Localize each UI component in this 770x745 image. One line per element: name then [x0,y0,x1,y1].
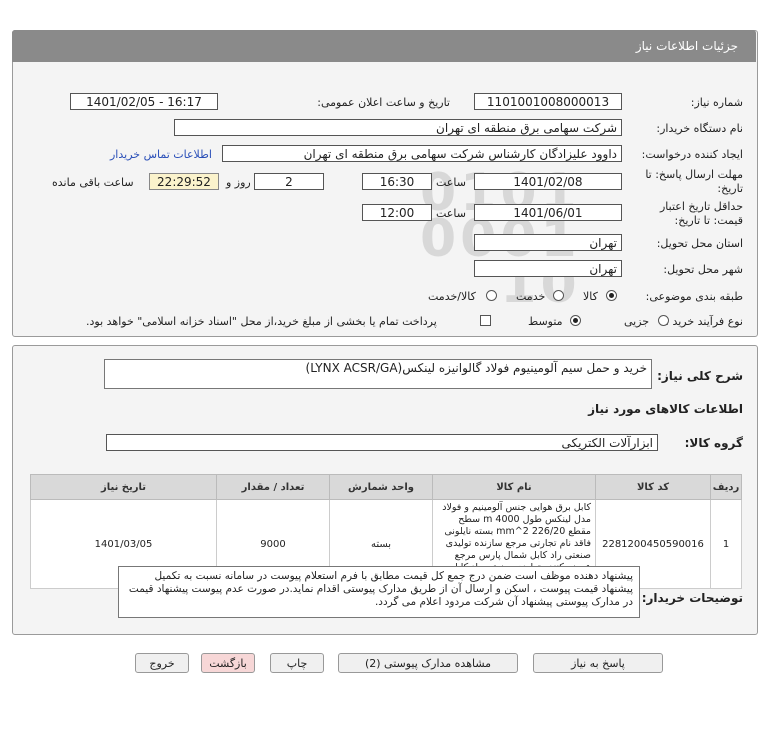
buyer-org-label: نام دستگاه خریدار: [656,122,743,135]
contact-buyer-link[interactable]: اطلاعات تماس خریدار [110,148,212,161]
category-radio-goods[interactable] [606,290,617,301]
page-title: جزئیات اطلاعات نیاز [635,39,738,53]
validity-time-field: 12:00 [362,204,432,221]
category-radio-service[interactable] [553,290,564,301]
validity-label: حداقل تاریخ اعتبار قیمت: تا تاریخ: [659,200,743,227]
process-radio-minor[interactable] [658,315,669,326]
days-label: روز و [226,176,251,189]
page-header: جزئیات اطلاعات نیاز [12,30,756,62]
announce-field: 1401/02/05 - 16:17 [70,93,218,110]
table-header-row: ردیف کد کالا نام کالا واحد شمارش تعداد /… [30,474,742,500]
buyer-notes-label: توضیحات خریدار: [641,591,743,605]
goods-info-title: اطلاعات کالاهای مورد نیاز [588,402,743,416]
process-option-medium: متوسط [528,315,563,328]
category-option-service: خدمت [516,290,546,303]
category-option-goods: کالا [583,290,598,303]
group-label: گروه کالا: [684,436,743,450]
city-field: تهران [474,260,622,277]
col-code: کد کالا [595,474,711,500]
category-label: طبقه بندی موضوعی: [645,290,743,303]
treasury-note: پرداخت تمام یا بخشی از مبلغ خرید،از محل … [86,315,437,328]
validity-time-label: ساعت [436,207,466,220]
deadline-date-field: 1401/02/08 [474,173,622,190]
remaining-label: ساعت باقی مانده [52,176,134,189]
col-date: تاریخ نیاز [30,474,217,500]
back-button[interactable]: بازگشت [201,653,255,673]
buyer-notes-field: پیشنهاد دهنده موظف است ضمن درج جمع کل قی… [118,566,640,618]
need-number-label: شماره نیاز: [690,96,743,109]
creator-label: ایجاد کننده درخواست: [641,148,743,161]
need-number-field: 1101001008000013 [474,93,622,110]
exit-button[interactable]: خروج [135,653,189,673]
deadline-time-field: 16:30 [362,173,432,190]
remaining-time-field: 22:29:52 [149,173,219,190]
category-radio-goods-service[interactable] [486,290,497,301]
cell-row: 1 [710,499,742,589]
col-unit: واحد شمارش [329,474,433,500]
col-name: نام کالا [432,474,596,500]
col-row: ردیف [710,474,742,500]
col-qty: تعداد / مقدار [216,474,330,500]
deadline-label: مهلت ارسال پاسخ: تا تاریخ: [645,168,743,195]
days-field: 2 [254,173,324,190]
city-label: شهر محل تحویل: [663,263,743,276]
process-option-minor: جزیی [624,315,650,328]
summary-field: خرید و حمل سیم آلومینیوم فولاد گالوانیزه… [104,359,652,389]
view-attachments-button[interactable]: مشاهده مدارک پیوستی (2) [338,653,518,673]
province-label: استان محل تحویل: [656,237,743,250]
process-label: نوع فرآیند خرید : [665,315,743,328]
deadline-time-label: ساعت [436,176,466,189]
print-button[interactable]: چاپ [270,653,324,673]
province-field: تهران [474,234,622,251]
treasury-checkbox[interactable] [480,315,491,326]
group-field: ابزارآلات الکتریکی [106,434,658,451]
announce-label: تاریخ و ساعت اعلان عمومی: [317,96,450,109]
summary-label: شرح کلی نیاز: [657,369,743,383]
creator-field: داوود علیزادگان کارشناس شرکت سهامی برق م… [222,145,622,162]
reply-button[interactable]: پاسخ به نیاز [533,653,663,673]
buyer-org-field: شرکت سهامی برق منطقه ای تهران [174,119,622,136]
validity-date-field: 1401/06/01 [474,204,622,221]
category-option-goods-service: کالا/خدمت [428,290,476,303]
process-radio-medium[interactable] [570,315,581,326]
